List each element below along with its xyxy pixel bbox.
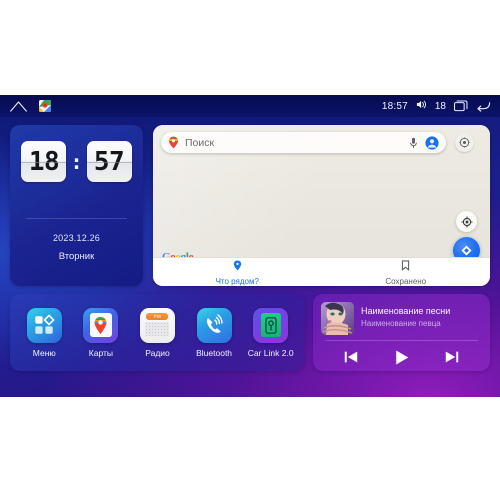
bookmark-icon — [401, 258, 410, 276]
google-maps-icon — [83, 307, 119, 343]
clock-colon: : — [70, 149, 83, 174]
app-label: Car Link 2.0 — [247, 347, 294, 358]
apps-grid-icon — [26, 307, 62, 343]
app-menu[interactable]: Меню — [16, 307, 73, 358]
tab-label: Что рядом? — [215, 277, 259, 286]
app-car-link[interactable]: Car Link 2.0 — [242, 307, 299, 358]
layers-gear-icon[interactable] — [455, 133, 474, 152]
app-radio[interactable]: FM Радио — [129, 307, 186, 358]
radio-fm-badge: FM — [146, 312, 169, 320]
app-bluetooth[interactable]: Bluetooth — [186, 307, 243, 358]
home-icon[interactable] — [9, 100, 28, 112]
next-track-button[interactable] — [444, 349, 460, 365]
map-pin-icon — [168, 136, 179, 149]
song-artist: Наименование певца — [361, 319, 441, 328]
radio-speaker-grill — [145, 321, 170, 336]
album-art — [321, 302, 354, 335]
music-controls — [313, 346, 490, 368]
song-title: Наименование песни — [361, 306, 451, 316]
volume-level: 18 — [434, 100, 446, 112]
app-label: Карты — [88, 347, 113, 358]
app-label: Радио — [145, 347, 170, 358]
compass-locate-icon[interactable] — [456, 211, 477, 232]
app-maps[interactable]: Карты — [73, 307, 130, 358]
app-label: Bluetooth — [196, 347, 233, 358]
account-avatar-icon[interactable] — [425, 135, 439, 150]
clock-date: 2023.12.26 — [52, 233, 101, 243]
clock-weekday: Вторник — [58, 251, 95, 262]
google-maps-icon[interactable] — [39, 100, 51, 112]
head-unit-screen: 18:57 18 18: 57 2023.12.26 Вторник Поис… — [0, 95, 500, 397]
map-bottom-tabs: Что рядом? Сохранено — [153, 257, 490, 286]
clock-widget[interactable]: 18 : 57 2023.12.26 Вторник — [10, 125, 143, 286]
clock-minutes: 57 — [86, 141, 132, 182]
microphone-icon[interactable] — [409, 137, 418, 149]
car-link-phone-icon — [253, 307, 289, 343]
apps-dock: Меню Карты FM Радио Bluetooth Car Link 2… — [10, 294, 305, 371]
status-bar: 18:57 18 — [0, 95, 500, 117]
clock-time: 18 : 57 — [10, 141, 143, 182]
divider — [26, 218, 127, 219]
clock-hours: 18 — [21, 141, 67, 182]
bluetooth-phone-icon — [196, 307, 232, 343]
music-player-widget[interactable]: Наименование песни Наименование певца — [313, 294, 490, 371]
previous-track-button[interactable] — [343, 349, 359, 365]
tab-label: Сохранено — [385, 277, 427, 286]
fm-radio-icon: FM — [139, 307, 175, 343]
status-time: 18:57 — [381, 100, 408, 112]
app-label: Меню — [32, 347, 56, 358]
volume-icon — [416, 99, 427, 113]
tab-whats-nearby[interactable]: Что рядом? — [153, 258, 322, 286]
search-input[interactable]: Поиск — [161, 132, 446, 153]
map-pin-icon — [233, 258, 242, 276]
back-icon[interactable] — [476, 100, 491, 112]
recents-icon[interactable] — [454, 100, 468, 112]
search-placeholder: Поиск — [185, 136, 215, 149]
letterbox-frame: 18:57 18 18: 57 2023.12.26 Вторник Поис… — [0, 0, 500, 500]
play-button[interactable] — [392, 348, 411, 367]
tab-saved[interactable]: Сохранено — [322, 258, 491, 286]
google-maps-widget[interactable]: Поиск Что рядом? Сохранено — [153, 125, 490, 286]
divider — [325, 340, 478, 341]
